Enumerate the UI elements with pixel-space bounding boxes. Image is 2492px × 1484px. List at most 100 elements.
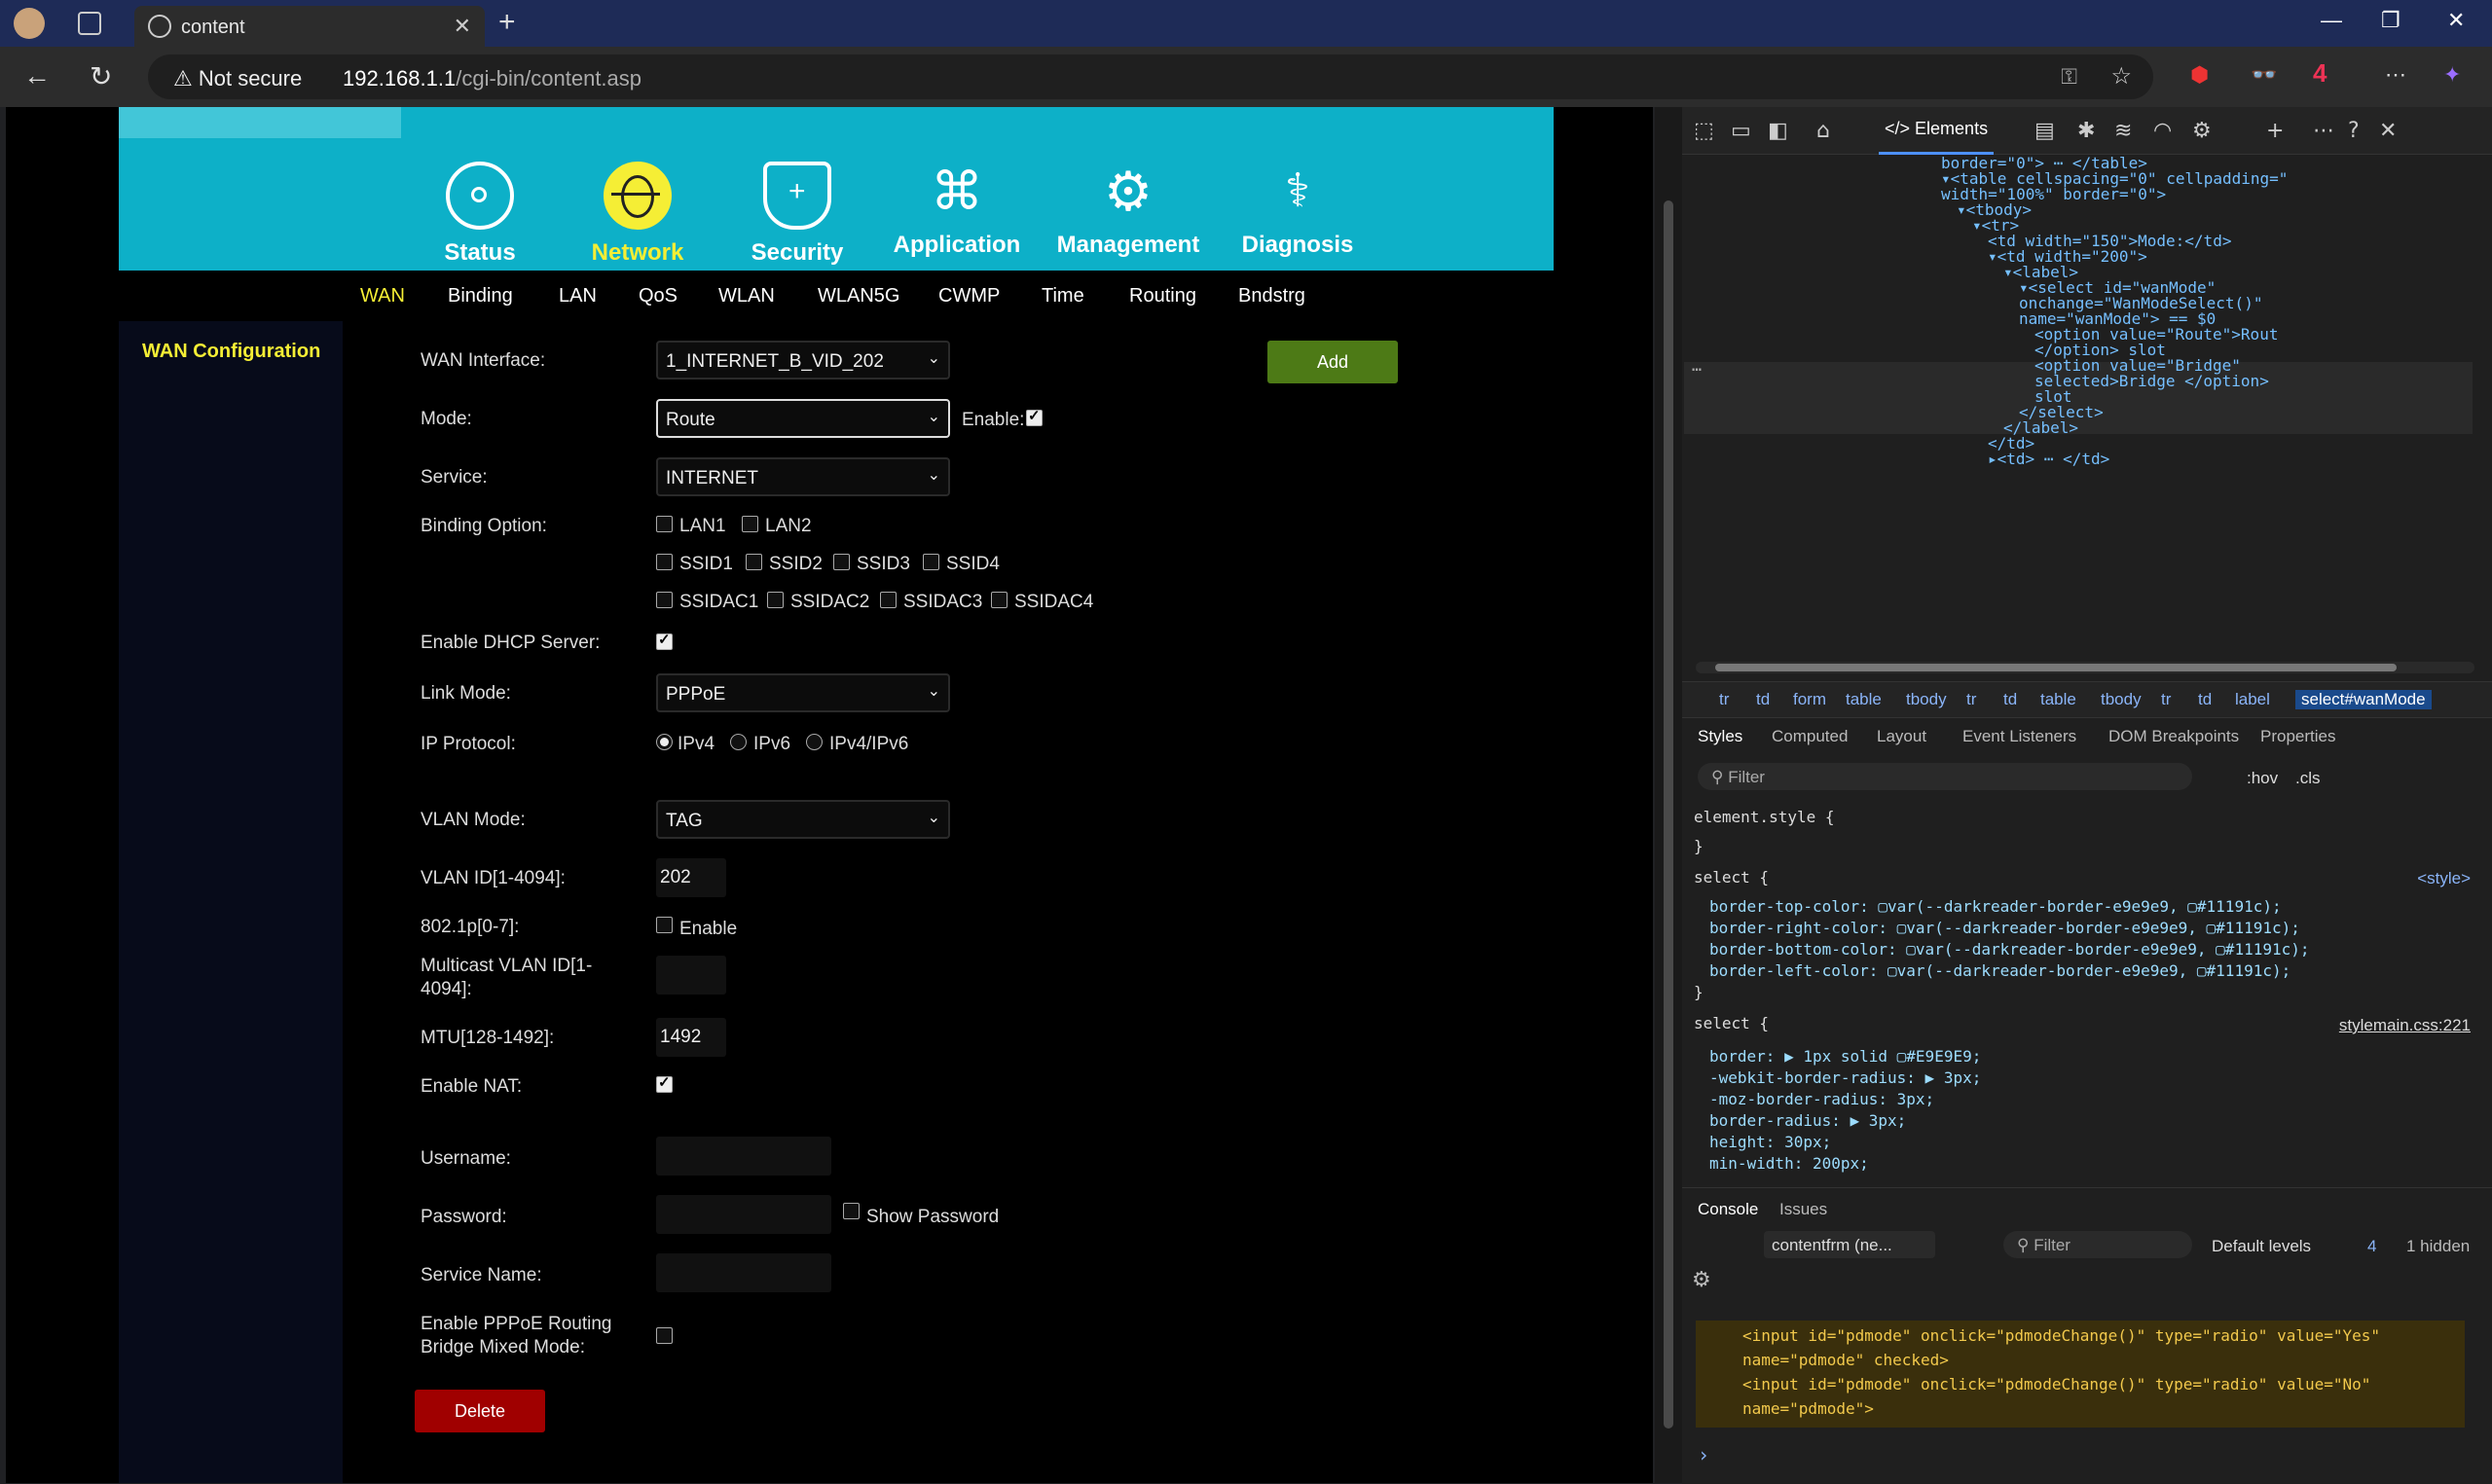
styles-filter-input[interactable]: ⚲ Filter xyxy=(1698,763,2192,790)
dom-hscroll-thumb[interactable] xyxy=(1715,664,2397,671)
minimize-icon[interactable]: — xyxy=(2321,8,2342,33)
enable-checkbox[interactable] xyxy=(1026,407,1043,426)
console-filter-input[interactable]: ⚲ Filter xyxy=(2003,1231,2192,1258)
nav-diagnosis[interactable]: ⚕ Diagnosis xyxy=(1225,162,1371,259)
subnav-wlan5g[interactable]: WLAN5G xyxy=(818,285,899,308)
breadcrumb-item[interactable]: tr xyxy=(1719,690,1729,709)
subnav-qos[interactable]: QoS xyxy=(639,285,678,308)
ssidac3-checkbox[interactable] xyxy=(880,592,897,608)
profile-avatar[interactable] xyxy=(14,8,45,39)
breadcrumb-item[interactable]: td xyxy=(2198,690,2212,709)
issues-tab[interactable]: Issues xyxy=(1779,1200,1827,1219)
sources-icon[interactable]: ✱ xyxy=(2077,119,2095,143)
styles-tab[interactable]: Properties xyxy=(2260,727,2335,746)
delete-button[interactable]: Delete xyxy=(415,1390,545,1432)
subnav-wlan[interactable]: WLAN xyxy=(718,285,775,308)
breadcrumb-item[interactable]: select#wanMode xyxy=(2295,690,2432,709)
subnav-time[interactable]: Time xyxy=(1042,285,1084,308)
styles-tab[interactable]: Layout xyxy=(1877,727,1926,746)
css-property[interactable]: border-left-color: ▢var(--darkreader-bor… xyxy=(1709,961,2290,980)
css-property[interactable]: height: 30px; xyxy=(1709,1133,1831,1151)
css-property[interactable]: border-radius: ▶ 3px; xyxy=(1709,1111,1906,1130)
subnav-cwmp[interactable]: CWMP xyxy=(938,285,1000,308)
network-icon[interactable]: ≋ xyxy=(2114,119,2132,143)
new-tab-button[interactable]: + xyxy=(498,6,516,39)
console-tab[interactable]: Console xyxy=(1698,1200,1758,1219)
refresh-icon[interactable]: ↻ xyxy=(90,60,112,92)
welcome-icon[interactable]: ⌂ xyxy=(1816,119,1830,143)
extension-badge[interactable]: 4 xyxy=(2313,58,2327,89)
ssidac2-checkbox[interactable] xyxy=(767,592,784,608)
key-icon[interactable]: ⚿ xyxy=(2061,64,2077,90)
help-icon[interactable]: ? xyxy=(2348,119,2360,143)
styles-tab[interactable]: Computed xyxy=(1772,727,1848,746)
more-tools-icon[interactable]: + xyxy=(2266,119,2284,143)
breadcrumb-item[interactable]: label xyxy=(2235,690,2270,709)
lan1-checkbox[interactable] xyxy=(656,516,673,532)
link-mode-select[interactable]: PPPoE ⌄ xyxy=(656,673,950,712)
lan2-checkbox[interactable] xyxy=(742,516,758,532)
node-actions-icon[interactable]: ⋯ xyxy=(1692,360,1702,380)
ipv4-radio[interactable] xyxy=(656,734,673,750)
more-options-icon[interactable]: ⋯ xyxy=(2313,119,2334,143)
breadcrumb-item[interactable]: table xyxy=(2040,690,2076,709)
breadcrumb-item[interactable]: td xyxy=(2003,690,2017,709)
mode-select[interactable]: Route ⌄ xyxy=(656,399,950,438)
ipv6-radio[interactable] xyxy=(730,734,747,750)
subnav-wan[interactable]: WAN xyxy=(360,285,405,308)
ssidac4-checkbox[interactable] xyxy=(991,592,1008,608)
more-menu-icon[interactable]: ⋯ xyxy=(2385,62,2406,88)
ssid3-checkbox[interactable] xyxy=(833,554,850,570)
css-source-link[interactable]: stylemain.css:221 xyxy=(2339,1016,2471,1035)
breadcrumb-item[interactable]: tbody xyxy=(1906,690,1947,709)
nav-network[interactable]: Network xyxy=(565,162,711,267)
mtu-input[interactable]: 1492 xyxy=(656,1018,726,1057)
subnav-binding[interactable]: Binding xyxy=(448,285,513,308)
dhcp-server-checkbox[interactable] xyxy=(656,631,673,650)
css-source-link[interactable]: <style> xyxy=(2417,869,2471,888)
nav-management[interactable]: ⚙ Management xyxy=(1055,162,1201,259)
dock-icon[interactable]: ◧ xyxy=(1768,119,1788,143)
glasses-icon[interactable]: 👓 xyxy=(2251,62,2277,88)
breadcrumb-item[interactable]: tbody xyxy=(2101,690,2142,709)
nat-checkbox[interactable] xyxy=(656,1073,673,1093)
nav-status[interactable]: Status xyxy=(407,162,553,267)
hov-toggle[interactable]: :hov xyxy=(2247,769,2278,788)
css-property[interactable]: border-right-color: ▢var(--darkreader-bo… xyxy=(1709,919,2300,937)
multicast-vlan-input[interactable] xyxy=(656,956,726,995)
subnav-lan[interactable]: LAN xyxy=(559,285,597,308)
copilot-icon[interactable]: ✦ xyxy=(2443,62,2461,88)
console-settings-icon[interactable]: ⚙ xyxy=(1692,1268,1711,1292)
console-prompt[interactable]: › xyxy=(1698,1443,1709,1466)
subnav-routing[interactable]: Routing xyxy=(1129,285,1196,308)
vlan-mode-select[interactable]: TAG ⌄ xyxy=(656,800,950,839)
vlan-id-input[interactable]: 202 xyxy=(656,858,726,897)
css-property[interactable]: -webkit-border-radius: ▶ 3px; xyxy=(1709,1068,1981,1087)
dom-hscrollbar[interactable] xyxy=(1696,662,2474,673)
page-scrollbar-thumb[interactable] xyxy=(1664,200,1673,1429)
dot1p-enable-checkbox[interactable] xyxy=(656,917,673,933)
browser-tab[interactable]: content ✕ xyxy=(134,6,485,47)
nav-application[interactable]: ⌘ Application xyxy=(884,162,1030,259)
elements-tab[interactable]: </> Elements xyxy=(1878,119,1995,155)
breadcrumb-item[interactable]: table xyxy=(1846,690,1882,709)
tab-actions-icon[interactable] xyxy=(78,12,101,35)
back-icon[interactable]: ← xyxy=(23,60,51,91)
performance-icon[interactable]: ◠ xyxy=(2153,119,2172,143)
styles-tab[interactable]: Event Listeners xyxy=(1962,727,2076,746)
css-property[interactable]: border-top-color: ▢var(--darkreader-bord… xyxy=(1709,897,2282,916)
ssid4-checkbox[interactable] xyxy=(923,554,939,570)
settings-gear-icon[interactable]: ⚙ xyxy=(2192,119,2212,143)
ublock-icon[interactable]: ⬢ xyxy=(2190,62,2209,88)
breadcrumb-item[interactable]: tr xyxy=(1966,690,1976,709)
breadcrumb-item[interactable]: tr xyxy=(2161,690,2171,709)
page-scrollbar[interactable] xyxy=(1655,107,1682,1483)
device-toolbar-icon[interactable]: ▭ xyxy=(1731,119,1751,143)
close-devtools-icon[interactable]: ✕ xyxy=(2379,119,2397,143)
url-text[interactable]: 192.168.1.1/cgi-bin/content.asp xyxy=(343,66,641,91)
breadcrumb-item[interactable]: form xyxy=(1793,690,1826,709)
wan-interface-select[interactable]: 1_INTERNET_B_VID_202 ⌄ xyxy=(656,341,950,380)
element-style-rule[interactable]: element.style { xyxy=(1694,808,1835,826)
css-property[interactable]: border: ▶ 1px solid ▢#E9E9E9; xyxy=(1709,1047,1981,1066)
ssid1-checkbox[interactable] xyxy=(656,554,673,570)
